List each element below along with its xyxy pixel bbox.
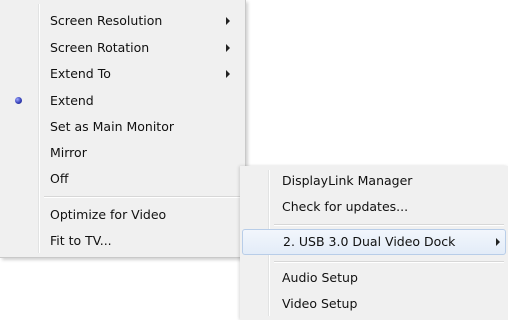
menu-item-label: DisplayLink Manager	[282, 173, 413, 188]
menu-item-extend[interactable]: Extend	[2, 88, 243, 114]
menu-item-screen-rotation[interactable]: Screen Rotation	[2, 35, 243, 61]
submenu-arrow-icon	[226, 70, 230, 78]
menu-item-label: Fit to TV...	[50, 233, 112, 248]
submenu-item-video-setup[interactable]: Video Setup	[242, 291, 506, 317]
menu-item-label: Optimize for Video	[50, 207, 167, 222]
menu-item-screen-resolution[interactable]: Screen Resolution	[2, 8, 243, 34]
menu-item-label: Check for updates...	[282, 199, 409, 214]
menu-item-label: 2. USB 3.0 Dual Video Dock	[283, 234, 456, 249]
menu-item-off[interactable]: Off	[2, 166, 243, 192]
menu-separator	[274, 261, 504, 263]
menu-item-label: Set as Main Monitor	[50, 119, 174, 134]
submenu-arrow-icon	[226, 17, 230, 25]
menu-item-optimize-for-video[interactable]: Optimize for Video	[2, 202, 243, 228]
screenshot-canvas: Screen Resolution Screen Rotation Extend…	[0, 0, 508, 320]
context-menu: Screen Resolution Screen Rotation Extend…	[0, 0, 246, 258]
menu-item-label: Extend	[50, 93, 94, 108]
menu-item-label: Off	[50, 171, 69, 186]
menu-separator	[44, 196, 241, 198]
menu-item-label: Video Setup	[282, 296, 358, 311]
menu-item-mirror[interactable]: Mirror	[2, 140, 243, 166]
menu-item-set-as-main-monitor[interactable]: Set as Main Monitor	[2, 114, 243, 140]
menu-item-extend-to[interactable]: Extend To	[2, 61, 243, 87]
menu-separator	[274, 224, 504, 226]
menu-item-label: Screen Resolution	[50, 13, 163, 28]
submenu-item-usb-dual-video-dock[interactable]: 2. USB 3.0 Dual Video Dock	[242, 229, 506, 255]
submenu-arrow-icon	[496, 238, 500, 246]
radio-selected-icon	[15, 97, 22, 104]
displaylink-submenu: DisplayLink Manager Check for updates...…	[240, 166, 508, 320]
submenu-item-audio-setup[interactable]: Audio Setup	[242, 265, 506, 291]
menu-item-label: Screen Rotation	[50, 40, 150, 55]
submenu-item-check-for-updates[interactable]: Check for updates...	[242, 194, 506, 220]
submenu-item-displaylink-manager[interactable]: DisplayLink Manager	[242, 168, 506, 194]
menu-item-label: Mirror	[50, 145, 87, 160]
menu-item-label: Audio Setup	[282, 270, 358, 285]
menu-item-label: Extend To	[50, 66, 111, 81]
submenu-arrow-icon	[226, 44, 230, 52]
menu-item-fit-to-tv[interactable]: Fit to TV...	[2, 228, 243, 254]
